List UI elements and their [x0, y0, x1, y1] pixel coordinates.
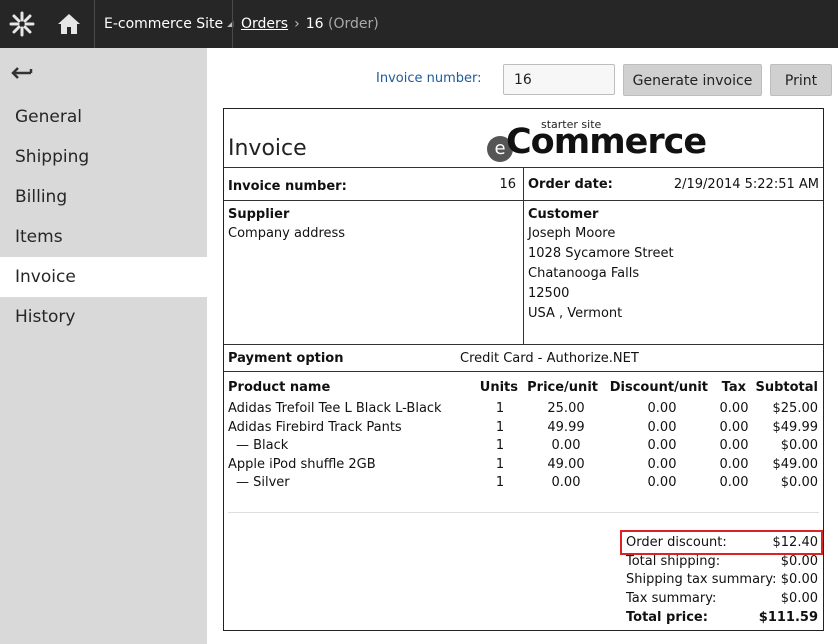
column-header-discount: Discount/unit: [609, 380, 708, 395]
table-row-discount: 0.00: [647, 420, 677, 435]
invoice-number-value: 16: [499, 177, 516, 192]
order-discount-value: $12.40: [772, 535, 819, 550]
order-discount-label: Order discount:: [626, 535, 727, 550]
table-row-units: 1: [495, 457, 505, 472]
customer-heading: Customer: [528, 207, 599, 222]
breadcrumb-current: 16: [305, 16, 324, 32]
table-row-price: 0.00: [551, 475, 581, 490]
sidebar-item-billing[interactable]: Billing: [0, 177, 207, 217]
column-header-tax: Tax: [721, 380, 746, 395]
chevron-right-icon: ›: [294, 16, 300, 32]
invoice-number-input[interactable]: [503, 64, 615, 95]
site-selector[interactable]: E-commerce Site ◢: [104, 0, 233, 48]
table-row-units: 1: [495, 420, 505, 435]
order-date-heading: Order date:: [528, 177, 613, 192]
table-row-subtotal: $49.00: [772, 457, 819, 472]
topbar-divider: [94, 0, 95, 48]
kentico-logo-icon[interactable]: [0, 0, 44, 48]
table-row-subtotal: $25.00: [772, 401, 819, 416]
payment-option-heading: Payment option: [228, 351, 344, 366]
sidebar-item-items[interactable]: Items: [0, 217, 207, 257]
customer-city: Chatanooga Falls: [528, 266, 640, 281]
generate-invoice-button[interactable]: Generate invoice: [623, 64, 762, 96]
total-price-value: $111.59: [758, 610, 818, 625]
sidebar-item-shipping[interactable]: Shipping: [0, 137, 207, 177]
table-row-subtotal: $0.00: [780, 475, 818, 490]
home-icon[interactable]: [44, 0, 94, 48]
table-row-product: Adidas Firebird Track Pants: [228, 420, 402, 435]
table-row-discount: 0.00: [647, 475, 677, 490]
brand-wordmark: Commerce: [506, 122, 707, 162]
customer-street: 1028 Sycamore Street: [528, 246, 674, 261]
column-header-subtotal: Subtotal: [755, 380, 818, 395]
customer-zip: 12500: [528, 286, 570, 301]
sidebar-item-invoice[interactable]: Invoice: [0, 257, 207, 297]
table-row-units: 1: [495, 438, 505, 453]
total-shipping-value: $0.00: [780, 554, 818, 569]
site-name: E-commerce Site: [104, 16, 224, 32]
top-bar: E-commerce Site ◢ Orders › 16 (Order): [0, 0, 838, 48]
tax-summary-value: $0.00: [780, 591, 818, 606]
table-row-subtotal: $0.00: [780, 438, 818, 453]
ecommerce-logo: starter site e Commerce: [487, 118, 717, 162]
breadcrumb-type: (Order): [327, 16, 379, 32]
column-header-units: Units: [479, 380, 518, 395]
table-row-price: 25.00: [547, 401, 585, 416]
table-row-price: 0.00: [551, 438, 581, 453]
breadcrumb: Orders › 16 (Order): [241, 0, 379, 48]
customer-country: USA , Vermont: [528, 306, 623, 321]
invoice-number-label: Invoice number:: [376, 71, 482, 86]
column-header-product: Product name: [228, 380, 331, 395]
sidebar-item-history[interactable]: History: [0, 297, 207, 337]
order-date-value: 2/19/2014 5:22:51 AM: [673, 177, 819, 192]
tax-summary-label: Tax summary:: [626, 591, 717, 606]
divider: [224, 371, 823, 372]
sidebar-item-general[interactable]: General: [0, 97, 207, 137]
table-row-price: 49.99: [547, 420, 585, 435]
table-row-product: — Silver: [236, 475, 290, 490]
table-row-product: Adidas Trefoil Tee L Black L-Black: [228, 401, 442, 416]
topbar-divider: [232, 0, 233, 48]
table-row-product: — Black: [236, 438, 289, 453]
shipping-tax-value: $0.00: [780, 572, 818, 587]
divider: [228, 512, 819, 513]
invoice-document: Invoice starter site e Commerce Invoice …: [223, 108, 824, 631]
table-row-subtotal: $49.99: [772, 420, 819, 435]
back-arrow-icon[interactable]: [10, 60, 40, 84]
table-row-units: 1: [495, 401, 505, 416]
supplier-heading: Supplier: [228, 207, 290, 222]
print-button[interactable]: Print: [770, 64, 832, 96]
divider-vertical: [523, 167, 524, 344]
payment-option-value: Credit Card - Authorize.NET: [460, 351, 639, 366]
divider: [224, 344, 823, 345]
invoice-title: Invoice: [228, 136, 307, 161]
invoice-number-heading: Invoice number:: [228, 179, 347, 194]
table-row-discount: 0.00: [647, 457, 677, 472]
customer-name: Joseph Moore: [528, 226, 616, 241]
total-shipping-label: Total shipping:: [626, 554, 721, 569]
sidebar: General Shipping Billing Items Invoice H…: [0, 48, 207, 644]
breadcrumb-orders-link[interactable]: Orders: [241, 16, 288, 32]
table-row-product: Apple iPod shuffle 2GB: [228, 457, 376, 472]
column-header-price: Price/unit: [527, 380, 598, 395]
supplier-address: Company address: [228, 226, 346, 241]
table-row-units: 1: [495, 475, 505, 490]
table-row-discount: 0.00: [647, 401, 677, 416]
total-price-label: Total price:: [626, 610, 708, 625]
table-row-price: 49.00: [547, 457, 585, 472]
table-row-discount: 0.00: [647, 438, 677, 453]
